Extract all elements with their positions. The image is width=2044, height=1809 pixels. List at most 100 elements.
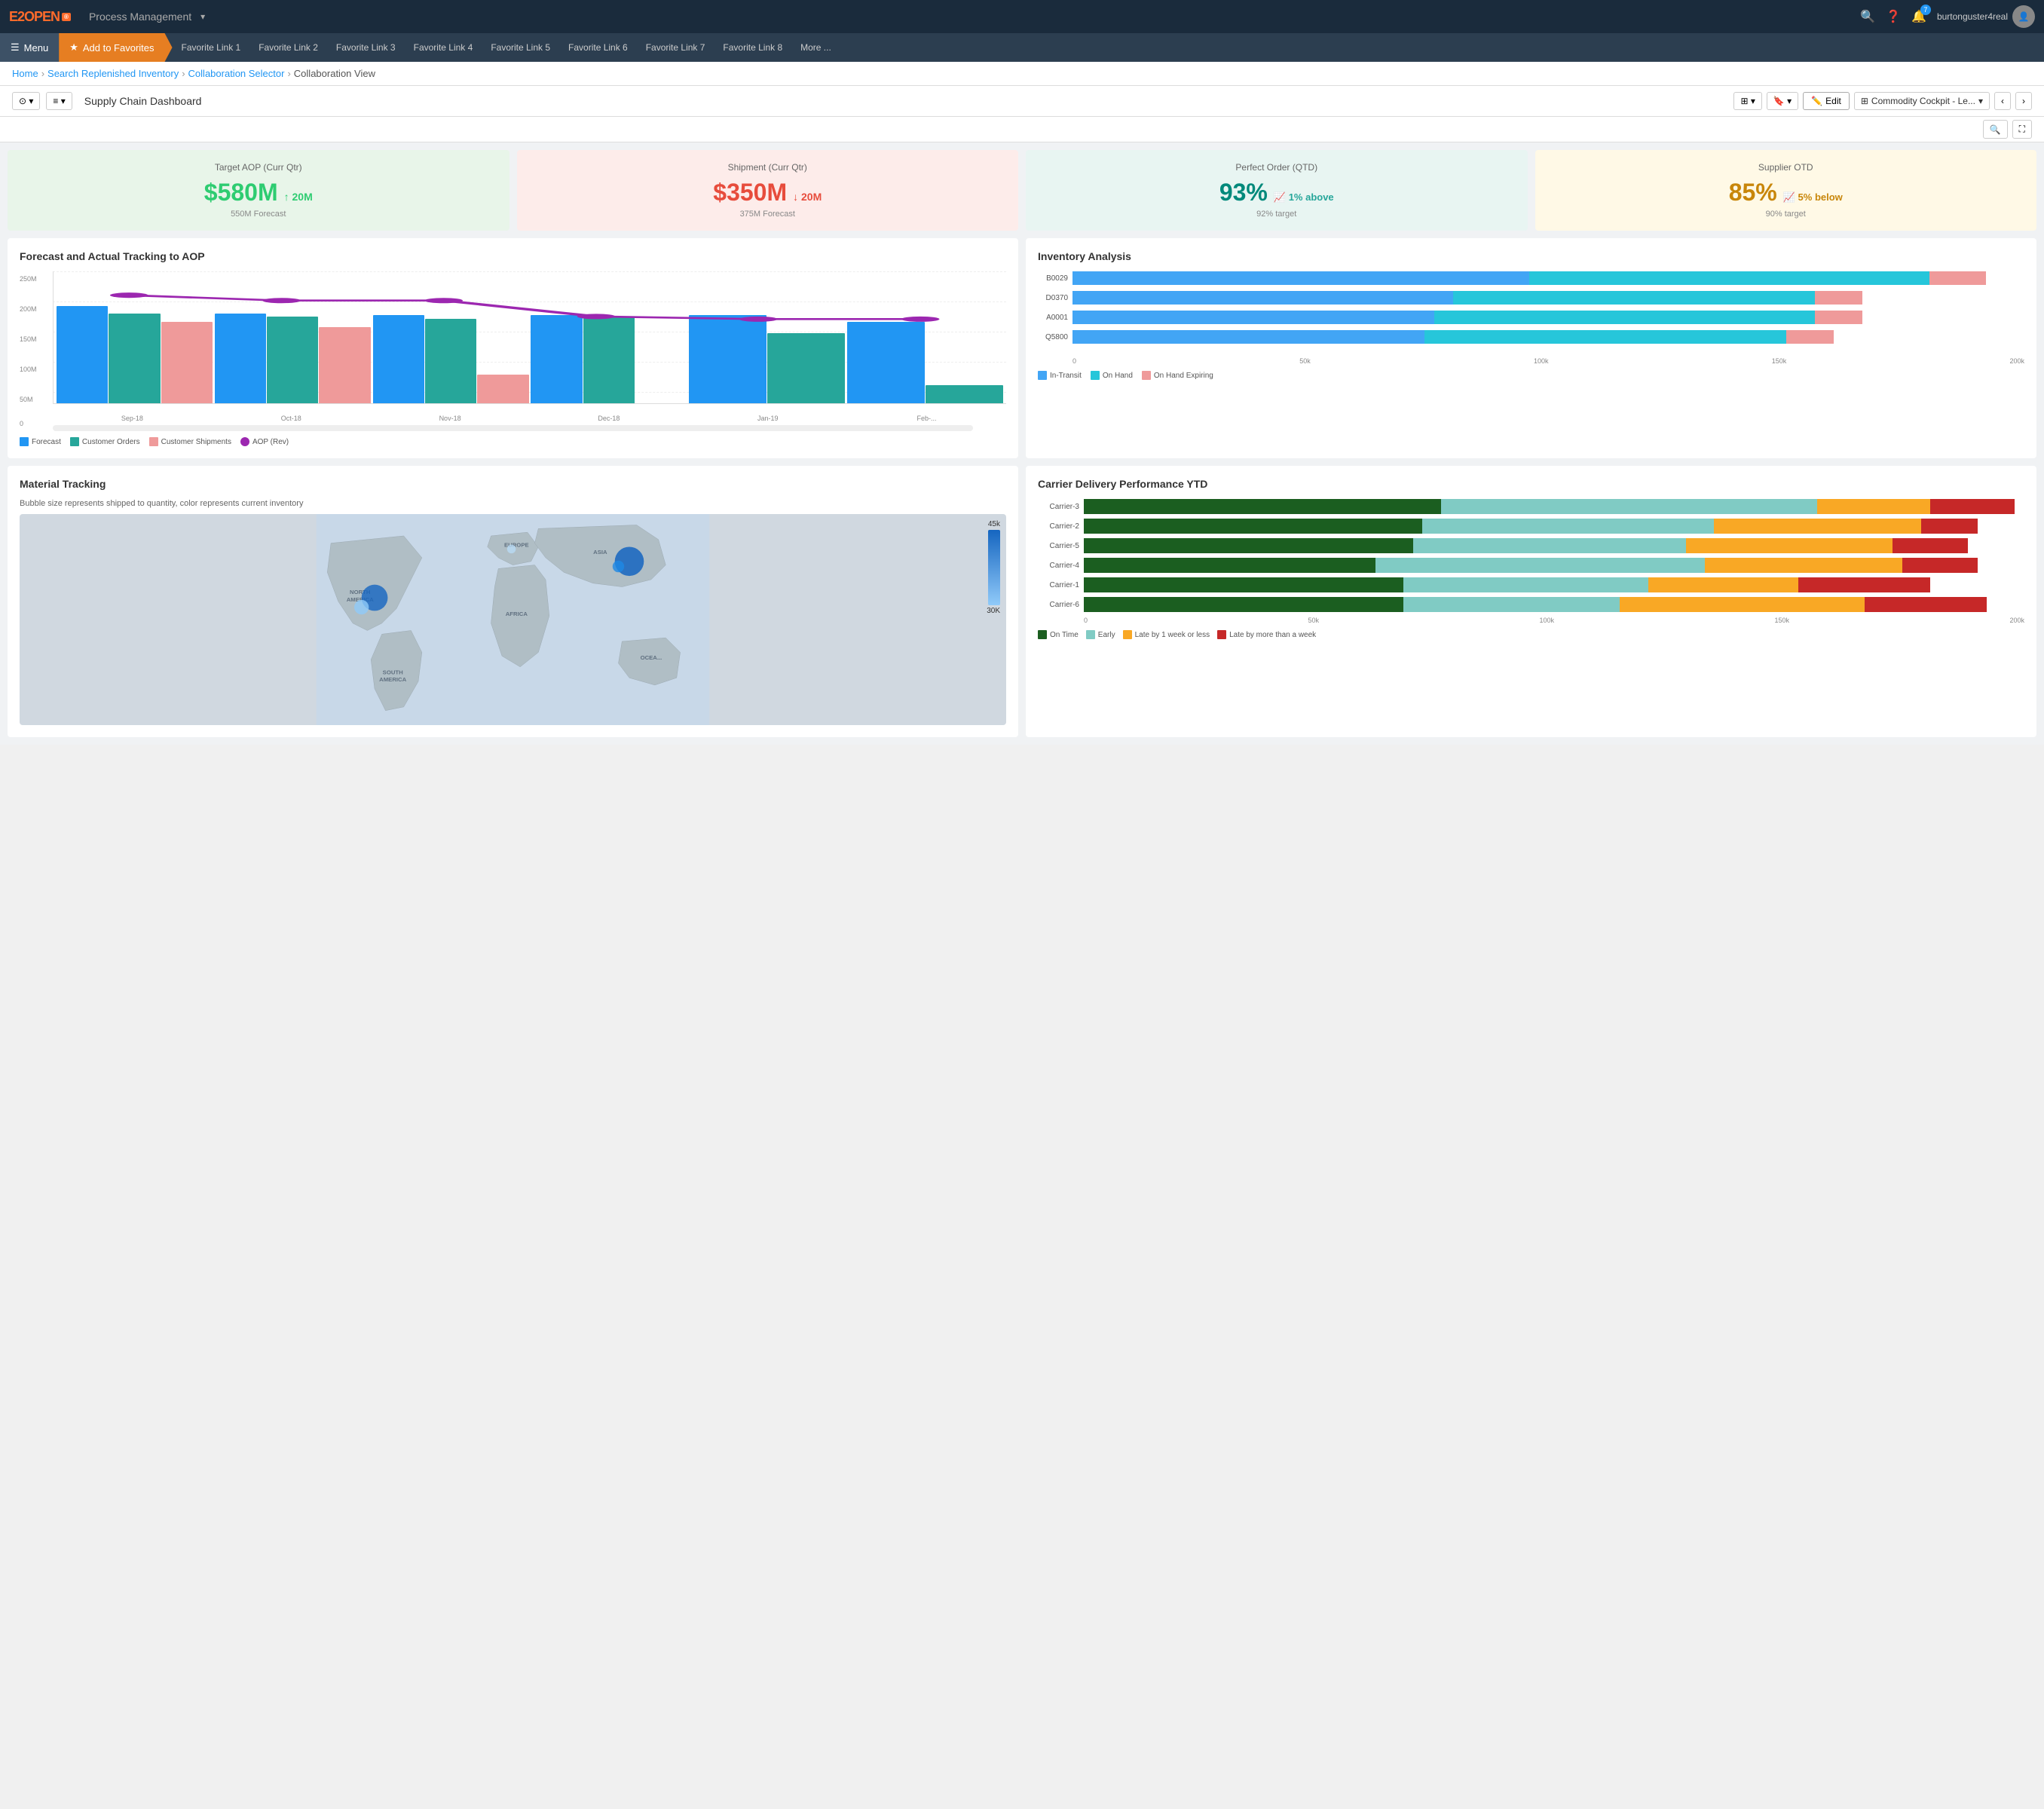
x-label-oct18: Oct-18 [212, 415, 371, 422]
legend-dot-aop [240, 437, 249, 446]
inv-label-D0370: D0370 [1038, 294, 1068, 302]
legend-dot-early [1086, 630, 1095, 639]
circle-button[interactable]: ⊙ ▾ [12, 92, 40, 110]
forecast-scrollbar[interactable] [53, 425, 973, 431]
nav-link[interactable]: Favorite Link 8 [714, 42, 791, 53]
svg-text:OCEA...: OCEA... [641, 654, 662, 661]
legend-dot-custorders [70, 437, 79, 446]
breadcrumb-sep-1: › [41, 68, 44, 79]
kpi-target-aop: Target AOP (Curr Qtr) $580M ↑ 20M 550M F… [8, 150, 509, 231]
nav-link[interactable]: Favorite Link 2 [249, 42, 327, 53]
bar-custorders-feb [926, 385, 1003, 404]
breadcrumb-sep-2: › [182, 68, 185, 79]
x-label-dec18: Dec-18 [529, 415, 688, 422]
nav-link[interactable]: More ... [791, 42, 840, 53]
nav-link[interactable]: Favorite Link 1 [173, 42, 250, 53]
carrier-chart-title: Carrier Delivery Performance YTD [1038, 478, 2024, 490]
bar-custorders-oct18 [267, 317, 318, 404]
kpi-target-aop-label: Target AOP (Curr Qtr) [20, 162, 497, 173]
chart-row-1: Forecast and Actual Tracking to AOP 250M… [8, 238, 2036, 458]
inv-seg-intransit-D0370 [1072, 291, 1453, 305]
carrier-4-ontime [1084, 558, 1375, 573]
bar-group-nov18 [373, 271, 529, 403]
carrier-4-bar [1084, 558, 2024, 573]
expand-button[interactable]: ⛶ [2012, 120, 2032, 139]
legend-late-more: Late by more than a week [1217, 630, 1316, 639]
cockpit-selector[interactable]: ⊞ Commodity Cockpit - Le... ▾ [1854, 92, 1990, 110]
carrier-chart-card: Carrier Delivery Performance YTD Carrier… [1026, 466, 2036, 737]
carrier-6-label: Carrier-6 [1038, 601, 1079, 609]
kpi-perfect-order-delta: 📈 1% above [1274, 191, 1334, 204]
next-button[interactable]: › [2015, 92, 2032, 110]
carrier-4-late1wk [1705, 558, 1902, 573]
inventory-chart-title: Inventory Analysis [1038, 250, 2024, 262]
legend-dot-late-1wk [1123, 630, 1132, 639]
inv-seg-onhand-B0029 [1529, 271, 1929, 285]
bell-icon[interactable]: 🔔 7 [1911, 9, 1926, 24]
breadcrumb-home[interactable]: Home [12, 68, 38, 79]
forecast-chart-title: Forecast and Actual Tracking to AOP [20, 250, 1006, 262]
legend-dot-late-more [1217, 630, 1226, 639]
carrier-3-label: Carrier-3 [1038, 503, 1079, 511]
forecast-chart-card: Forecast and Actual Tracking to AOP 250M… [8, 238, 1018, 458]
help-icon[interactable]: ❓ [1886, 9, 1901, 24]
inv-seg-intransit-B0029 [1072, 271, 1529, 285]
search-icon[interactable]: 🔍 [1860, 9, 1875, 24]
nav-link[interactable]: Favorite Link 7 [637, 42, 714, 53]
kpi-supplier-otd-label: Supplier OTD [1547, 162, 2025, 173]
bubble-north-america-2 [354, 600, 369, 614]
prev-button[interactable]: ‹ [1994, 92, 2011, 110]
legend-aop: AOP (Rev) [240, 437, 289, 446]
svg-text:AFRICA: AFRICA [506, 611, 528, 617]
avatar: 👤 [2012, 5, 2035, 28]
inv-seg-onhand-D0370 [1453, 291, 1815, 305]
add-to-favorites-button[interactable]: ★ Add to Favorites [59, 33, 172, 62]
nav-link[interactable]: Favorite Link 5 [482, 42, 559, 53]
kpi-shipment-label: Shipment (Curr Qtr) [529, 162, 1007, 173]
nav-link[interactable]: Favorite Link 3 [327, 42, 405, 53]
inv-row-A0001: A0001 [1038, 311, 2024, 324]
y-label-0: 0 [20, 420, 23, 427]
carrier-2-ontime [1084, 519, 1422, 534]
carrier-1-bar [1084, 577, 2024, 592]
breadcrumb-collab-selector[interactable]: Collaboration Selector [188, 68, 285, 79]
legend-dot-on-hand [1091, 371, 1100, 380]
svg-text:ASIA: ASIA [593, 549, 607, 556]
nav-bar: ☰ Menu ★ Add to Favorites Favorite Link … [0, 33, 2044, 62]
bar-group-dec18 [531, 271, 687, 403]
inventory-chart-card: Inventory Analysis B0029 D0370 [1026, 238, 2036, 458]
carrier-5-early [1413, 538, 1686, 553]
nav-link[interactable]: Favorite Link 6 [559, 42, 637, 53]
x-label-sep18: Sep-18 [53, 415, 212, 422]
nav-link[interactable]: Favorite Link 4 [405, 42, 482, 53]
kpi-target-aop-value: $580M [204, 179, 278, 207]
user-info[interactable]: burtonguster4real 👤 [1937, 5, 2035, 28]
carrier-row-6: Carrier-6 [1038, 597, 2024, 612]
grid-view-button[interactable]: ⊞ ▾ [1733, 92, 1761, 110]
forecast-legend: Forecast Customer Orders Customer Shipme… [20, 437, 1006, 446]
toolbar: ⊙ ▾ ≡ ▾ Supply Chain Dashboard ⊞ ▾ 🔖 ▾ ✏… [0, 86, 2044, 117]
bookmark-button[interactable]: 🔖 ▾ [1767, 92, 1798, 110]
inv-x-100k: 100k [1534, 357, 1549, 365]
edit-button[interactable]: ✏️ Edit [1803, 92, 1850, 110]
top-header: E2OPEN ® Process Management ▾ 🔍 ❓ 🔔 7 bu… [0, 0, 2044, 33]
breadcrumb-sep-3: › [287, 68, 290, 79]
material-tracking-title: Material Tracking [20, 478, 1006, 490]
world-map-svg: NORTH AMERICA SOUTH AMERICA AFRICA EUROP… [20, 514, 1006, 725]
map-legend-bottom: 30K [987, 607, 1000, 615]
bar-custorders-jan19 [767, 333, 845, 403]
breadcrumb-search-replenished[interactable]: Search Replenished Inventory [47, 68, 179, 79]
carrier-2-early [1422, 519, 1714, 534]
menu-button[interactable]: ☰ Menu [0, 33, 59, 62]
nav-dropdown-icon[interactable]: ▾ [200, 11, 205, 22]
kpi-perfect-order-value: 93% [1219, 179, 1268, 207]
filter-search-button[interactable]: 🔍 [1983, 120, 2008, 139]
logo-badge: ® [62, 13, 71, 21]
nav-title[interactable]: Process Management [89, 11, 191, 23]
list-button[interactable]: ≡ ▾ [46, 92, 72, 110]
legend-forecast: Forecast [20, 437, 61, 446]
bubble-asia-2 [613, 561, 624, 572]
inv-bar-A0001 [1072, 311, 2024, 324]
carrier-2-late1wk [1714, 519, 1921, 534]
legend-dot-on-time [1038, 630, 1047, 639]
